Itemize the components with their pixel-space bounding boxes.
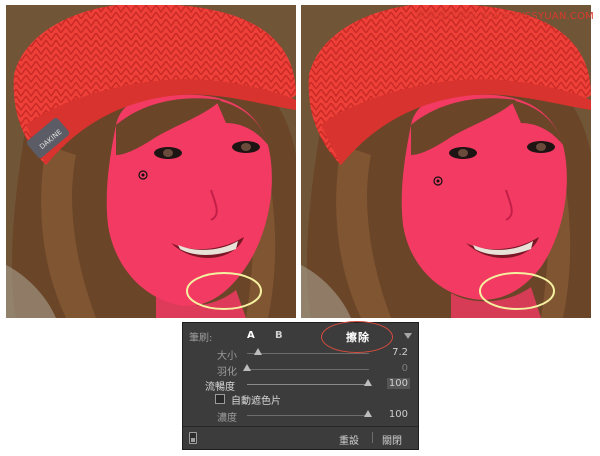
flow-row: 流暢度 100 bbox=[183, 376, 418, 393]
flow-slider-thumb[interactable] bbox=[364, 379, 372, 386]
panel-toggle-icon[interactable] bbox=[189, 432, 197, 444]
comparison-frame: DAKINE 思缘设计论坛 WWW.MISSYUAN.COM bbox=[0, 0, 600, 322]
feather-slider-track[interactable] bbox=[247, 369, 369, 370]
size-value[interactable]: 7.2 bbox=[392, 347, 408, 358]
flow-slider-track[interactable] bbox=[247, 384, 369, 385]
flow-value[interactable]: 100 bbox=[386, 378, 410, 389]
feather-slider-thumb[interactable] bbox=[243, 364, 251, 371]
density-slider-track[interactable] bbox=[247, 415, 369, 416]
size-label: 大小 bbox=[217, 351, 237, 362]
footer-divider bbox=[183, 426, 418, 427]
panel-menu-triangle-icon[interactable] bbox=[404, 333, 412, 339]
automask-label[interactable]: 自動遮色片 bbox=[231, 392, 281, 407]
erase-button[interactable]: 擦除 bbox=[346, 329, 370, 345]
brush-b-button[interactable]: B bbox=[275, 330, 283, 341]
size-slider-track[interactable] bbox=[247, 353, 369, 354]
footer-button-separator bbox=[372, 432, 373, 443]
density-slider-thumb[interactable] bbox=[364, 410, 372, 417]
brush-adjustment-panel: 筆刷: A B 擦除 大小 7.2 羽化 0 流暢度 100 自動遮色片 濃度 … bbox=[182, 321, 419, 450]
size-row: 大小 7.2 bbox=[183, 345, 418, 362]
density-label: 濃度 bbox=[217, 413, 237, 424]
feather-value[interactable]: 0 bbox=[402, 363, 408, 374]
reset-button[interactable]: 重設 bbox=[339, 432, 359, 447]
automask-checkbox[interactable] bbox=[215, 394, 225, 404]
brush-a-button[interactable]: A bbox=[247, 330, 255, 341]
density-row: 濃度 100 bbox=[183, 407, 418, 424]
close-button[interactable]: 關閉 bbox=[382, 432, 402, 447]
photo-after bbox=[301, 5, 591, 318]
site-watermark: 思缘设计论坛 WWW.MISSYUAN.COM bbox=[415, 11, 594, 22]
panel-footer: 重設 關閉 bbox=[183, 429, 418, 447]
photo-before: DAKINE bbox=[6, 5, 296, 318]
automask-row[interactable]: 自動遮色片 bbox=[183, 391, 418, 407]
brush-label: 筆刷: bbox=[189, 333, 213, 344]
density-value[interactable]: 100 bbox=[389, 409, 408, 420]
portrait-before: DAKINE bbox=[6, 5, 296, 318]
brush-header-row: 筆刷: A B 擦除 bbox=[183, 321, 418, 353]
size-slider-thumb[interactable] bbox=[254, 348, 262, 355]
feather-row: 羽化 0 bbox=[183, 361, 418, 378]
portrait-after bbox=[301, 5, 591, 318]
